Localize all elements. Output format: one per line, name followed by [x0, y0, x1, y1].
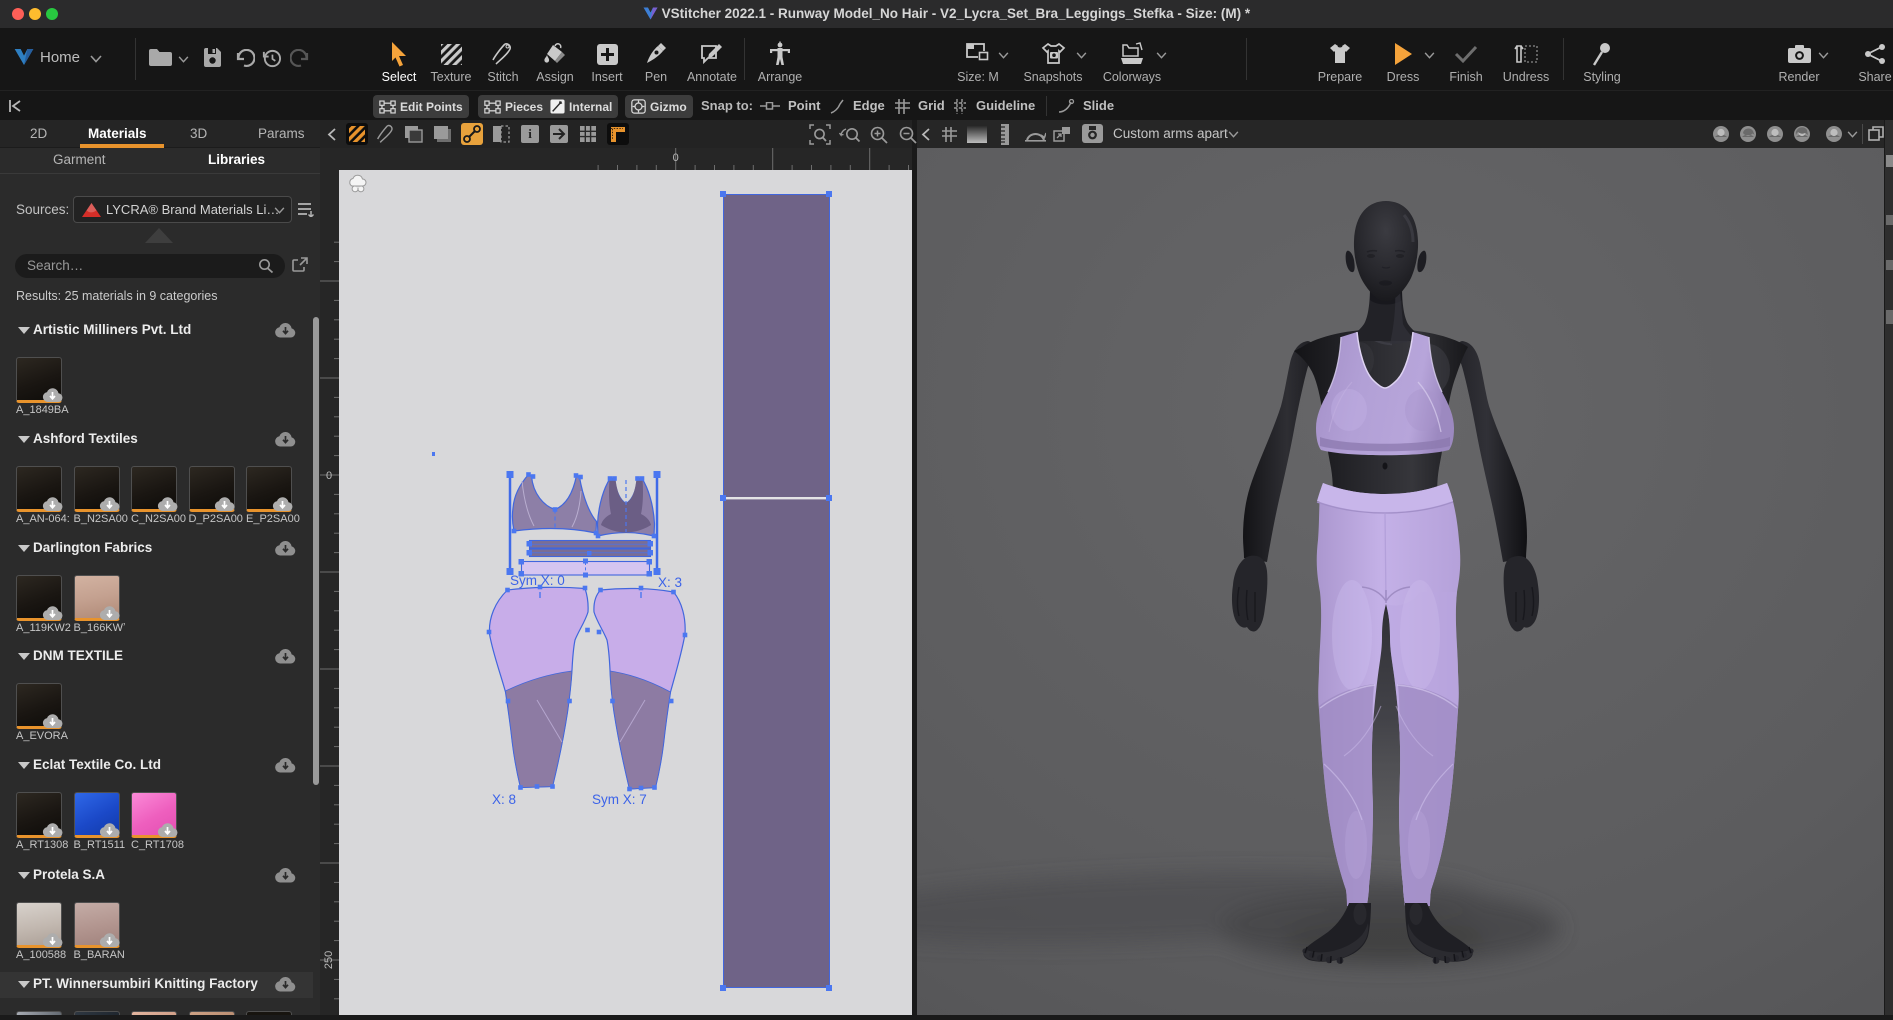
svg-text:Sym X: 7: Sym X: 7: [592, 792, 647, 807]
svg-text:0: 0: [326, 470, 332, 482]
svg-text:X: 3: X: 3: [658, 575, 682, 590]
svg-text:Sym X: 0: Sym X: 0: [510, 573, 565, 588]
svg-text:250: 250: [323, 951, 335, 969]
svg-text:X: 8: X: 8: [492, 792, 516, 807]
svg-text:0: 0: [673, 152, 679, 164]
